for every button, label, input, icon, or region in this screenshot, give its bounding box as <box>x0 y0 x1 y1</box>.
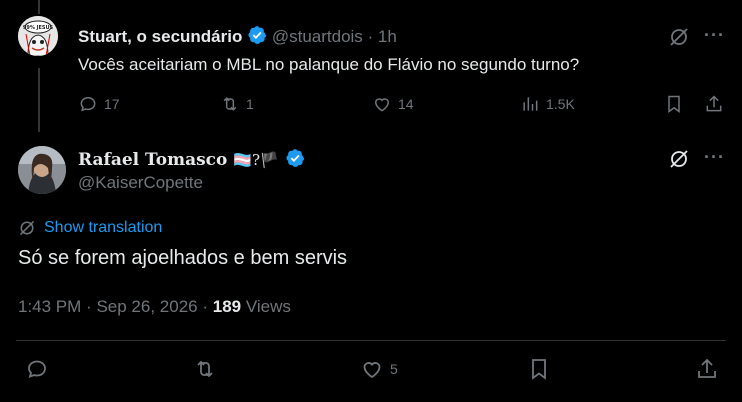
tweet-time[interactable]: 1:43 PM <box>18 297 81 316</box>
like-count: 14 <box>398 96 414 112</box>
bookmark-icon <box>532 359 546 380</box>
reply-button[interactable]: 17 <box>78 94 120 114</box>
bookmark-button[interactable] <box>527 357 551 381</box>
views-label: Views <box>245 297 291 316</box>
name-emojis: 🏳‍⚧?🏴 <box>233 151 279 169</box>
heart-icon <box>363 362 381 379</box>
grok-icon[interactable] <box>668 148 690 175</box>
bookmark-icon <box>668 95 680 113</box>
reply-handle[interactable]: @stuartdois <box>272 27 363 46</box>
show-translation-label: Show translation <box>44 219 163 236</box>
reply-tweet-text: Vocês aceitariam o MBL no palanque do Fl… <box>78 55 580 74</box>
main-display-name[interactable]: Rafael Tomasco <box>78 150 227 170</box>
avatar-image <box>18 146 66 194</box>
reply-tweet-actions: 17 1 14 1.5K <box>78 94 728 116</box>
reply-time[interactable]: · 1h <box>368 27 397 46</box>
heart-icon <box>374 98 390 112</box>
share-icon <box>698 358 716 378</box>
retweet-count: 1 <box>246 96 254 112</box>
views-count: 1.5K <box>546 96 575 112</box>
thread-connector <box>38 68 40 132</box>
main-tweet-actions: 5 <box>0 357 742 383</box>
views-count: 189 <box>212 297 242 316</box>
reply-button[interactable] <box>25 357 49 381</box>
tweet-meta: 1:43 PM · Sep 26, 2026 · 189 Views <box>18 297 291 317</box>
avatar-image: 99% JESUS <box>18 16 58 56</box>
main-tweet-text: Só se forem ajoelhados e bem servis <box>18 247 348 269</box>
reply-count: 17 <box>104 96 120 112</box>
divider <box>16 340 726 341</box>
views-button[interactable]: 1.5K <box>520 94 575 114</box>
like-button[interactable]: 5 <box>360 357 398 381</box>
retweet-icon <box>197 360 213 378</box>
share-icon <box>706 95 722 112</box>
avatar[interactable]: 99% JESUS <box>18 16 58 56</box>
verified-badge-icon <box>247 25 267 50</box>
retweet-button[interactable] <box>193 357 217 381</box>
reply-tweet-header: Stuart, o secundário @stuartdois · 1h <box>78 25 397 50</box>
tweet-date[interactable]: Sep 26, 2026 <box>96 297 197 316</box>
grok-icon <box>19 220 35 236</box>
show-translation-link[interactable]: Show translation <box>18 219 162 237</box>
reply-display-name[interactable]: Stuart, o secundário <box>78 27 242 46</box>
more-options-icon[interactable]: ··· <box>704 25 725 46</box>
grok-icon[interactable] <box>668 26 690 53</box>
verified-badge-icon <box>285 148 305 173</box>
retweet-icon <box>223 97 237 111</box>
more-options-icon[interactable]: ··· <box>704 147 725 168</box>
avatar[interactable] <box>18 146 66 194</box>
meta-separator: · <box>86 297 92 316</box>
like-button[interactable]: 14 <box>372 94 414 114</box>
share-button[interactable] <box>695 357 719 381</box>
main-handle[interactable]: @KaiserCopette <box>78 173 203 193</box>
bookmark-button[interactable] <box>664 94 684 114</box>
like-count: 5 <box>390 361 398 377</box>
avatar-text: 99% JESUS <box>23 25 54 31</box>
reply-icon <box>28 360 46 378</box>
main-tweet-header: Rafael Tomasco 🏳‍⚧?🏴 <box>78 148 305 173</box>
analytics-icon <box>523 97 538 111</box>
share-button[interactable] <box>704 94 724 114</box>
reply-icon <box>80 96 96 112</box>
retweet-button[interactable]: 1 <box>220 94 254 114</box>
thread-line-top <box>38 0 40 14</box>
meta-separator: · <box>202 297 209 316</box>
